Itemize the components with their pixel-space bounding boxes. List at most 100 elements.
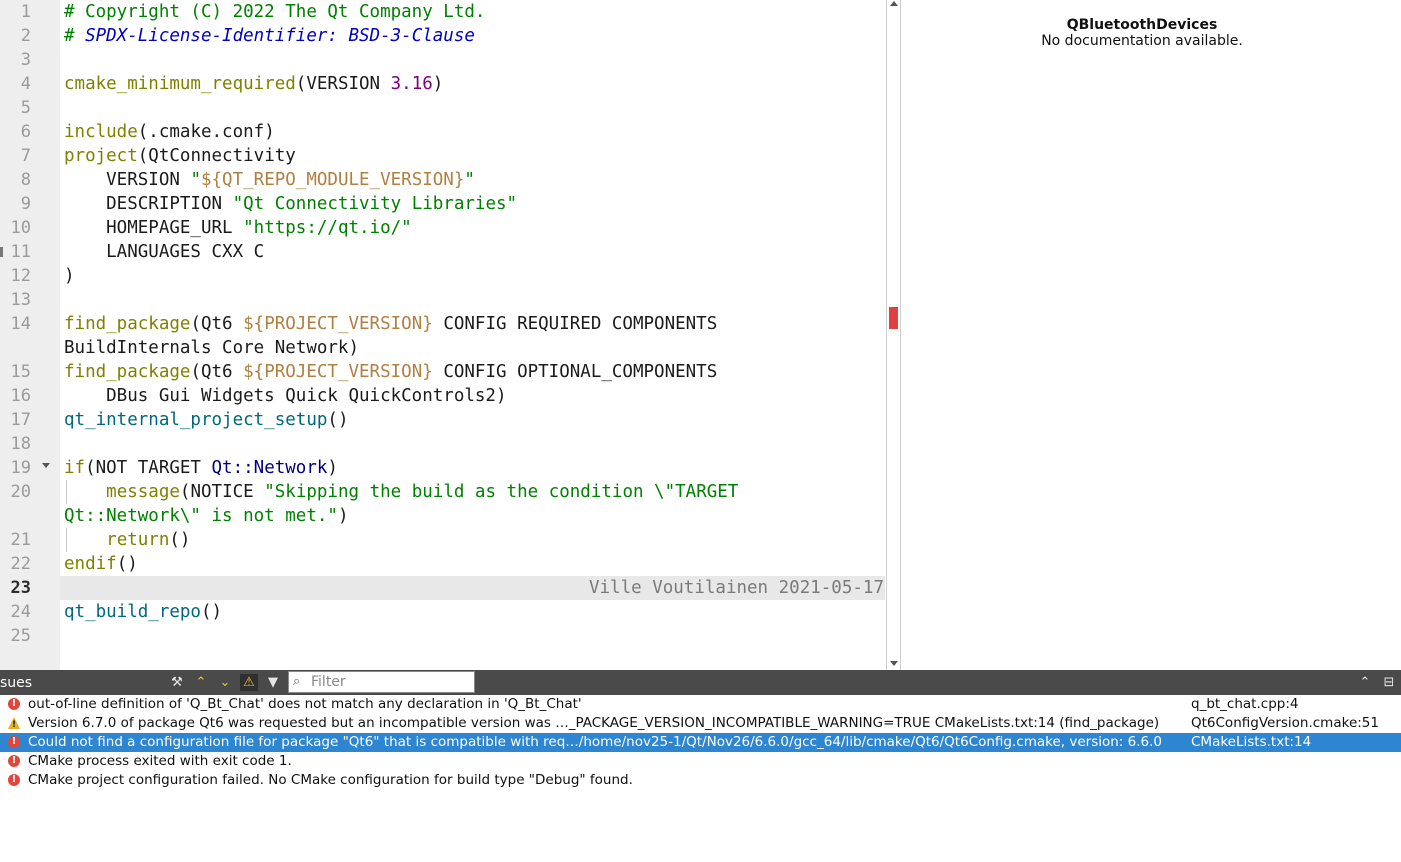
code-line[interactable]: 22 endif() — [0, 552, 888, 576]
code-line[interactable]: 18 — [0, 432, 888, 456]
issue-row[interactable]: ! CMake process exited with exit code 1. — [0, 752, 1401, 771]
line-number: 22 — [10, 554, 31, 574]
next-item-icon[interactable]: ⌄ — [216, 674, 234, 691]
code-line[interactable]: 17 qt_internal_project_setup() — [0, 408, 888, 432]
scroll-down-arrow-icon[interactable] — [890, 661, 898, 666]
code-text: find_package(Qt6 ${PROJECT_VERSION} CONF… — [64, 314, 718, 334]
line-number: 5 — [20, 98, 31, 118]
line-number: 1 — [20, 2, 31, 22]
code-line[interactable]: BuildInternals Core Network) — [0, 336, 888, 360]
code-line[interactable]: 5 — [0, 96, 888, 120]
help-panel: QBluetoothDevices No documentation avail… — [902, 0, 1401, 670]
issue-description: Could not find a configuration file for … — [28, 734, 1162, 750]
code-text: # Copyright (C) 2022 The Qt Company Ltd. — [64, 2, 486, 22]
issues-toolbar: sues ⚒ ⌃ ⌄ ⚠ ▼ ⌕ ⌃ ⊟ — [0, 670, 1401, 695]
issue-description: out-of-line definition of 'Q_Bt_Chat' do… — [28, 696, 582, 712]
code-line[interactable]: 19 if(NOT TARGET Qt::Network) — [0, 456, 888, 480]
code-line[interactable]: Qt::Network\" is not met.") — [0, 504, 888, 528]
line-number: 18 — [10, 434, 31, 454]
issue-description: Version 6.7.0 of package Qt6 was request… — [28, 715, 1160, 731]
issue-location[interactable]: Qt6ConfigVersion.cmake:51 — [1191, 715, 1379, 732]
fold-arrow-icon[interactable] — [42, 463, 50, 468]
code-line[interactable]: 6 include(.cmake.conf) — [0, 120, 888, 144]
code-line[interactable]: 21 return() — [0, 528, 888, 552]
code-text: endif() — [64, 554, 138, 574]
filter-input[interactable] — [311, 673, 471, 691]
line-number: 3 — [20, 50, 31, 70]
code-line[interactable]: 2 # SPDX-License-Identifier: BSD-3-Clause — [0, 24, 888, 48]
code-line[interactable]: 9 DESCRIPTION "Qt Connectivity Libraries… — [0, 192, 888, 216]
code-text: VERSION "${QT_REPO_MODULE_VERSION}" — [64, 170, 475, 190]
code-line[interactable]: 3 — [0, 48, 888, 72]
code-line[interactable]: 15 find_package(Qt6 ${PROJECT_VERSION} CO… — [0, 360, 888, 384]
editor-vertical-scrollbar[interactable] — [886, 0, 901, 670]
code-line[interactable]: 10 HOMEPAGE_URL "https://qt.io/" — [0, 216, 888, 240]
maximize-pane-icon[interactable]: ⌃ — [1356, 674, 1374, 691]
issues-pane-title: sues — [0, 675, 33, 691]
code-line[interactable]: 24 qt_build_repo() — [0, 600, 888, 624]
line-number: 15 — [10, 362, 31, 382]
filter-box[interactable]: ⌕ — [288, 671, 475, 693]
issue-row[interactable]: ! Version 6.7.0 of package Qt6 was reques… — [0, 714, 1401, 733]
line-number: 23 — [10, 578, 31, 598]
issues-list: ! out-of-line definition of 'Q_Bt_Chat' d… — [0, 695, 1401, 862]
line-number: 7 — [20, 146, 31, 166]
search-icon: ⌕ — [293, 674, 301, 689]
code-text: DESCRIPTION "Qt Connectivity Libraries" — [64, 194, 518, 214]
code-text: return() — [106, 530, 191, 550]
code-line[interactable]: 16 DBus Gui Widgets Quick QuickControls2… — [0, 384, 888, 408]
code-text: if(NOT TARGET Qt::Network) — [64, 458, 338, 478]
line-number: 21 — [10, 530, 31, 550]
line-number: 17 — [10, 410, 31, 430]
git-blame-annotation: Ville Voutilainen 2021-05-17 — [588, 578, 884, 598]
error-icon: ! — [8, 698, 20, 710]
issue-description: CMake project configuration failed. No C… — [28, 772, 633, 788]
line-number: 11 — [10, 242, 31, 262]
code-line[interactable]: 12) — [0, 264, 888, 288]
line-number: 4 — [20, 74, 31, 94]
issue-row[interactable]: ! CMake project configuration failed. No … — [0, 771, 1401, 790]
help-body: No documentation available. — [1041, 33, 1243, 49]
code-editor[interactable]: 1 # Copyright (C) 2022 The Qt Company Ltd… — [0, 0, 888, 670]
code-text: # SPDX-License-Identifier: BSD-3-Clause — [64, 26, 475, 46]
line-number: 12 — [10, 266, 31, 286]
line-number: 2 — [20, 26, 31, 46]
code-text: DBus Gui Widgets Quick QuickControls2) — [64, 386, 507, 406]
line-number: 13 — [10, 290, 31, 310]
code-line[interactable]: 1 # Copyright (C) 2022 The Qt Company Ltd… — [0, 0, 888, 24]
code-text: include(.cmake.conf) — [64, 122, 275, 142]
code-line[interactable]: 4 cmake_minimum_required(VERSION 3.16) — [0, 72, 888, 96]
code-line[interactable]: 11 LANGUAGES CXX C — [0, 240, 888, 264]
help-title: QBluetoothDevices — [1066, 17, 1218, 33]
line-number: 24 — [10, 602, 31, 622]
line-number: 9 — [20, 194, 31, 214]
issue-row[interactable]: ! Could not find a configuration file for… — [0, 733, 1401, 752]
code-text: BuildInternals Core Network) — [64, 338, 360, 358]
warning-filter-toggle-icon[interactable]: ⚠ — [240, 674, 258, 691]
issue-location[interactable]: CMakeLists.txt:14 — [1191, 734, 1311, 751]
code-text: find_package(Qt6 ${PROJECT_VERSION} CONF… — [64, 362, 718, 382]
scrollbar-error-marker[interactable] — [889, 307, 898, 329]
code-line[interactable]: 8 VERSION "${QT_REPO_MODULE_VERSION}" — [0, 168, 888, 192]
close-pane-icon[interactable]: ⊟ — [1380, 674, 1398, 691]
filter-by-category-icon[interactable]: ▼ — [264, 674, 282, 691]
clean-icon[interactable]: ⚒ — [168, 674, 186, 691]
scroll-up-arrow-icon[interactable] — [890, 1, 898, 6]
code-line[interactable]: 25 — [0, 624, 888, 648]
issue-location[interactable]: q_bt_chat.cpp:4 — [1191, 696, 1298, 713]
code-line[interactable]: 23 Ville Voutilainen 2021-05-17 — [0, 576, 888, 600]
line-number: 10 — [10, 218, 31, 238]
code-text: Qt::Network\" is not met.") — [64, 506, 349, 526]
error-icon: ! — [8, 755, 20, 767]
line-number: 19 — [10, 458, 31, 478]
code-line[interactable]: 20 message(NOTICE "Skipping the build as… — [0, 480, 888, 504]
code-line[interactable]: 13 — [0, 288, 888, 312]
issue-row[interactable]: ! out-of-line definition of 'Q_Bt_Chat' d… — [0, 695, 1401, 714]
previous-item-icon[interactable]: ⌃ — [192, 674, 210, 691]
code-text: ) — [64, 266, 75, 286]
code-line[interactable]: 7 project(QtConnectivity — [0, 144, 888, 168]
code-text: cmake_minimum_required(VERSION 3.16) — [64, 74, 444, 94]
code-line[interactable]: 14 find_package(Qt6 ${PROJECT_VERSION} CO… — [0, 312, 888, 336]
code-text: project(QtConnectivity — [64, 146, 296, 166]
warning-icon: ! — [8, 717, 20, 730]
